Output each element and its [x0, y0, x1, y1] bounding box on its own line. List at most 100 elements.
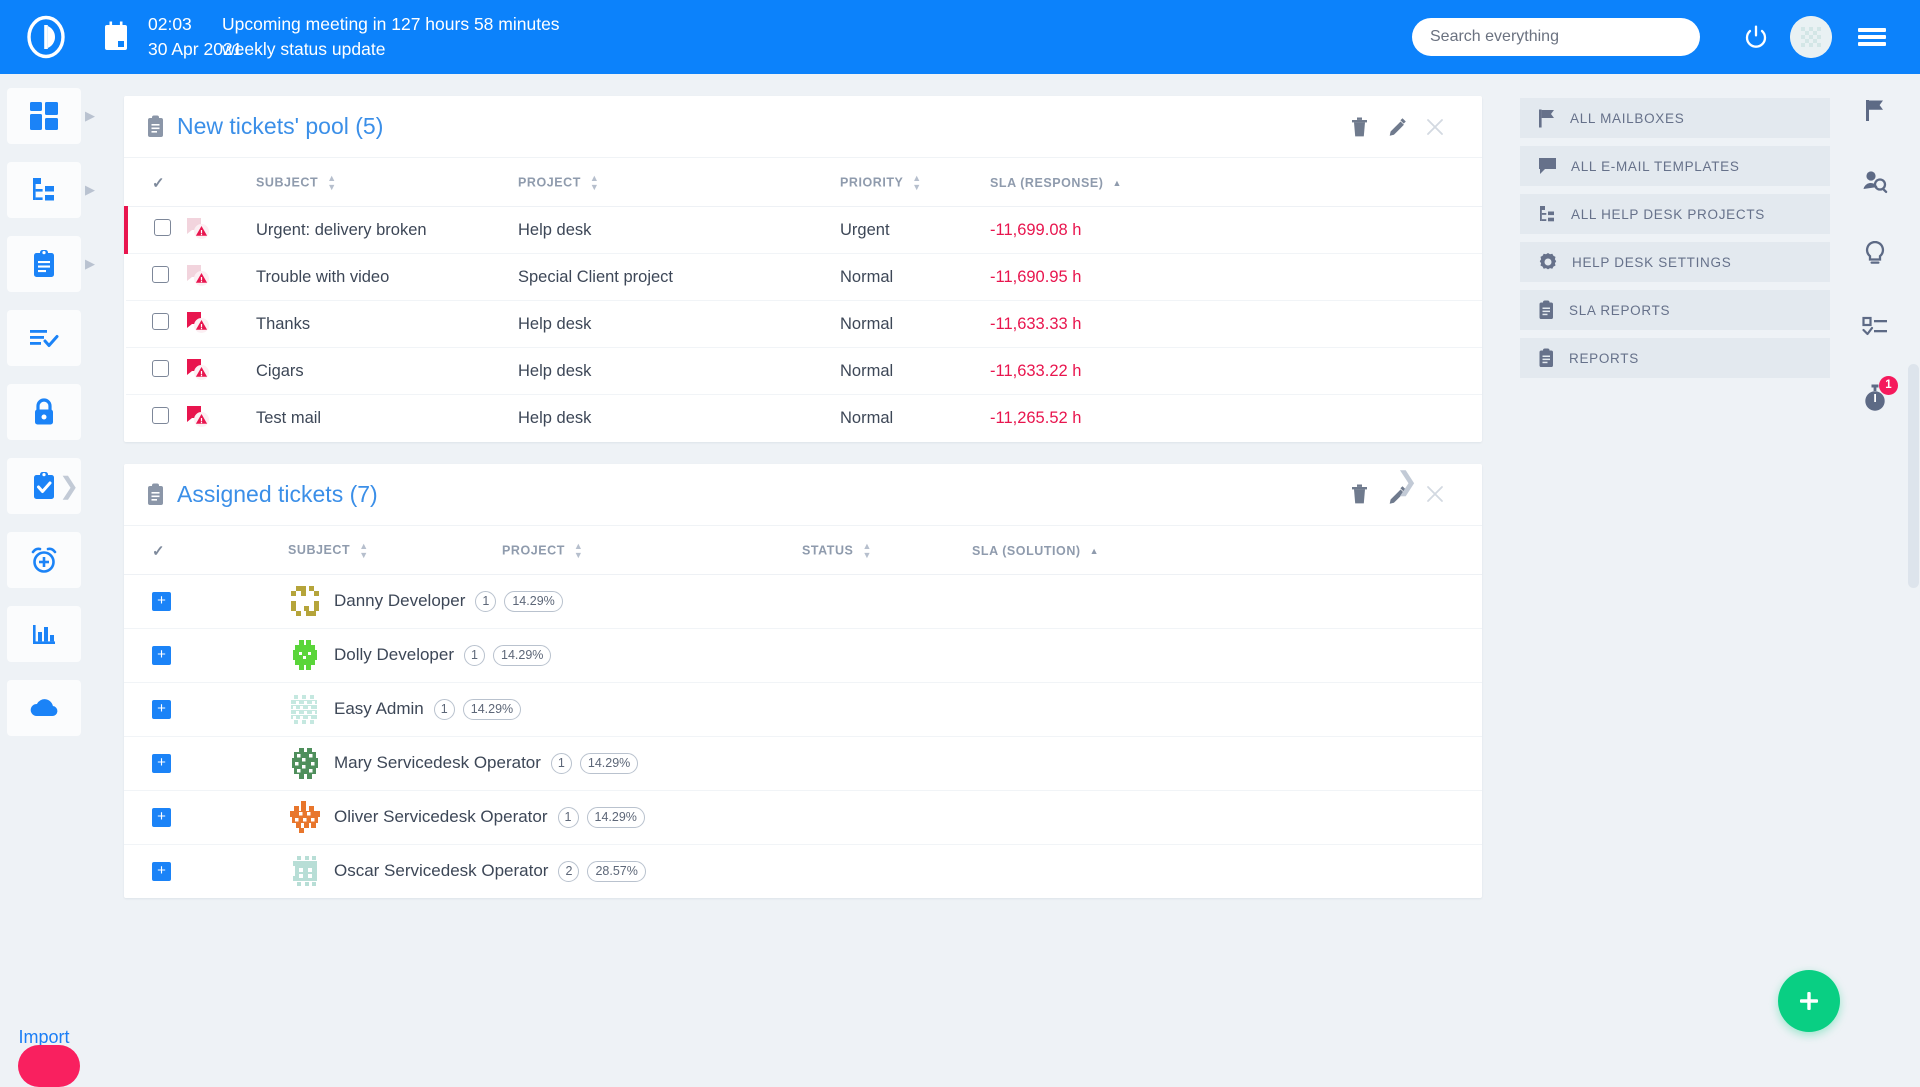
row-checkbox[interactable] — [152, 266, 169, 283]
row-checkbox[interactable] — [152, 313, 169, 330]
table-row[interactable]: + — [124, 790, 1482, 844]
group-name[interactable]: Easy Admin — [334, 699, 424, 719]
power-button[interactable] — [1734, 15, 1778, 59]
column-label: PROJECT — [502, 543, 565, 557]
delete-panel-button[interactable] — [1342, 110, 1376, 144]
right-panel-item-all-mailboxes[interactable]: ALL MAILBOXES — [1520, 98, 1830, 138]
table-row[interactable]: Thanks Help desk Normal -11,633.33 h — [126, 301, 1482, 348]
expand-group-button[interactable]: + — [152, 754, 171, 773]
close-panel-button[interactable] — [1418, 110, 1452, 144]
sidebar-item-permissions[interactable] — [7, 384, 81, 440]
group-name[interactable]: Danny Developer — [334, 591, 465, 611]
expand-cell[interactable]: + — [124, 628, 172, 682]
column-status[interactable]: STATUS ▲▼ — [802, 526, 972, 575]
expand-group-button[interactable]: + — [152, 592, 171, 611]
sidebar-item-reports[interactable] — [7, 606, 81, 662]
close-panel-button[interactable] — [1418, 477, 1452, 511]
table-row[interactable]: + — [124, 844, 1482, 898]
expand-cell[interactable]: + — [124, 574, 172, 628]
edit-panel-button[interactable] — [1380, 110, 1414, 144]
row-checkbox-cell[interactable] — [126, 348, 184, 395]
sidebar-item-projects[interactable]: ▶ — [7, 162, 81, 218]
row-checkbox[interactable] — [154, 219, 171, 236]
table-row[interactable]: + — [124, 682, 1482, 736]
table-header: ✓ SUBJECT ▲▼ PROJECT ▲▼ STATUS ▲▼ — [124, 526, 1482, 575]
main-collapse-arrow-icon[interactable]: ❯ — [1396, 466, 1418, 497]
sidebar-item-approvals[interactable]: ❯ — [7, 458, 81, 514]
row-subject[interactable]: Urgent: delivery broken — [256, 207, 518, 254]
chat-bubble-icon — [1538, 157, 1557, 175]
expand-cell[interactable]: + — [124, 844, 172, 898]
row-checkbox-cell[interactable] — [126, 207, 184, 254]
row-subject[interactable]: Thanks — [256, 301, 518, 348]
panel-title[interactable]: New tickets' pool (5) — [177, 113, 383, 140]
row-checkbox-cell[interactable] — [126, 395, 184, 442]
table-row[interactable]: + — [124, 736, 1482, 790]
column-project[interactable]: PROJECT ▲▼ — [518, 158, 840, 207]
right-panel-item-label: ALL E-MAIL TEMPLATES — [1571, 159, 1740, 174]
table-row[interactable]: + — [124, 628, 1482, 682]
calendar-icon[interactable] — [92, 21, 140, 53]
table-row[interactable]: Urgent: delivery broken Help desk Urgent… — [126, 207, 1482, 254]
expand-group-button[interactable]: + — [152, 700, 171, 719]
add-button-fab[interactable] — [1778, 970, 1840, 1032]
column-project[interactable]: PROJECT ▲▼ — [502, 526, 802, 575]
row-subject[interactable]: Cigars — [256, 348, 518, 395]
expand-cell[interactable]: + — [124, 682, 172, 736]
import-button[interactable] — [18, 1045, 80, 1087]
expand-group-button[interactable]: + — [152, 646, 171, 665]
user-avatar[interactable] — [1790, 16, 1832, 58]
row-checkbox-cell[interactable] — [126, 301, 184, 348]
sidebar-item-tickets[interactable]: ▶ — [7, 236, 81, 292]
column-priority[interactable]: PRIORITY ▲▼ — [840, 158, 990, 207]
row-checkbox-cell[interactable] — [126, 254, 184, 301]
sidebar-item-tasks[interactable] — [7, 310, 81, 366]
table-row[interactable]: Test mail Help desk Normal -11,265.52 h — [126, 395, 1482, 442]
check-icon: ✓ — [152, 175, 165, 192]
sidebar-item-cloud[interactable] — [7, 680, 81, 736]
search-input[interactable] — [1430, 28, 1682, 46]
right-rail-scrollbar[interactable] — [1908, 364, 1919, 588]
expand-cell[interactable]: + — [124, 790, 172, 844]
right-rail-item-ideas[interactable] — [1830, 218, 1920, 290]
column-sla-solution[interactable]: SLA (SOLUTION) ▲ — [972, 526, 1482, 575]
right-rail-item-checklists[interactable] — [1830, 290, 1920, 362]
group-name[interactable]: Dolly Developer — [334, 645, 454, 665]
column-select-all[interactable]: ✓ — [124, 526, 172, 575]
sidebar-item-dashboard[interactable]: ▶ — [7, 88, 81, 144]
table-row[interactable]: Trouble with video Special Client projec… — [126, 254, 1482, 301]
row-subject[interactable]: Test mail — [256, 395, 518, 442]
row-checkbox[interactable] — [152, 407, 169, 424]
hamburger-menu-icon[interactable] — [1850, 15, 1894, 59]
right-panel-item-help-desk-settings[interactable]: HELP DESK SETTINGS — [1520, 242, 1830, 282]
group-name[interactable]: Oscar Servicedesk Operator — [334, 861, 548, 881]
delete-panel-button[interactable] — [1342, 477, 1376, 511]
right-panel-item-reports[interactable]: REPORTS — [1520, 338, 1830, 378]
column-subject[interactable]: SUBJECT ▲▼ — [256, 158, 518, 207]
row-subject[interactable]: Trouble with video — [256, 254, 518, 301]
right-panel-item-all-help-desk-projects[interactable]: ALL HELP DESK PROJECTS — [1520, 194, 1830, 234]
group-name[interactable]: Oliver Servicedesk Operator — [334, 807, 548, 827]
table-row[interactable]: Cigars Help desk Normal -11,633.22 h — [126, 348, 1482, 395]
right-rail-item-timer[interactable]: 1 — [1830, 362, 1920, 434]
sidebar-item-time-tracking[interactable] — [7, 532, 81, 588]
column-subject[interactable]: SUBJECT ▲▼ — [172, 526, 502, 575]
expand-group-button[interactable]: + — [152, 862, 171, 881]
column-sla-response[interactable]: SLA (RESPONSE) ▲ — [990, 158, 1482, 207]
app-logo[interactable] — [0, 15, 92, 59]
right-panel-item-all-email-templates[interactable]: ALL E-MAIL TEMPLATES — [1520, 146, 1830, 186]
column-select-all[interactable]: ✓ — [126, 158, 184, 207]
table-row[interactable]: + — [124, 574, 1482, 628]
expand-cell[interactable]: + — [124, 736, 172, 790]
right-rail-item-flags[interactable] — [1830, 74, 1920, 146]
row-checkbox[interactable] — [152, 360, 169, 377]
expand-group-button[interactable]: + — [152, 808, 171, 827]
row-sla: -11,633.33 h — [990, 301, 1482, 348]
rail-collapse-arrow-icon[interactable]: ❯ — [59, 472, 79, 501]
search-box[interactable] — [1412, 18, 1700, 56]
group-name[interactable]: Mary Servicedesk Operator — [334, 753, 541, 773]
close-icon — [1425, 117, 1445, 137]
right-rail-item-contacts[interactable] — [1830, 146, 1920, 218]
panel-title[interactable]: Assigned tickets (7) — [177, 481, 378, 508]
right-panel-item-sla-reports[interactable]: SLA REPORTS — [1520, 290, 1830, 330]
